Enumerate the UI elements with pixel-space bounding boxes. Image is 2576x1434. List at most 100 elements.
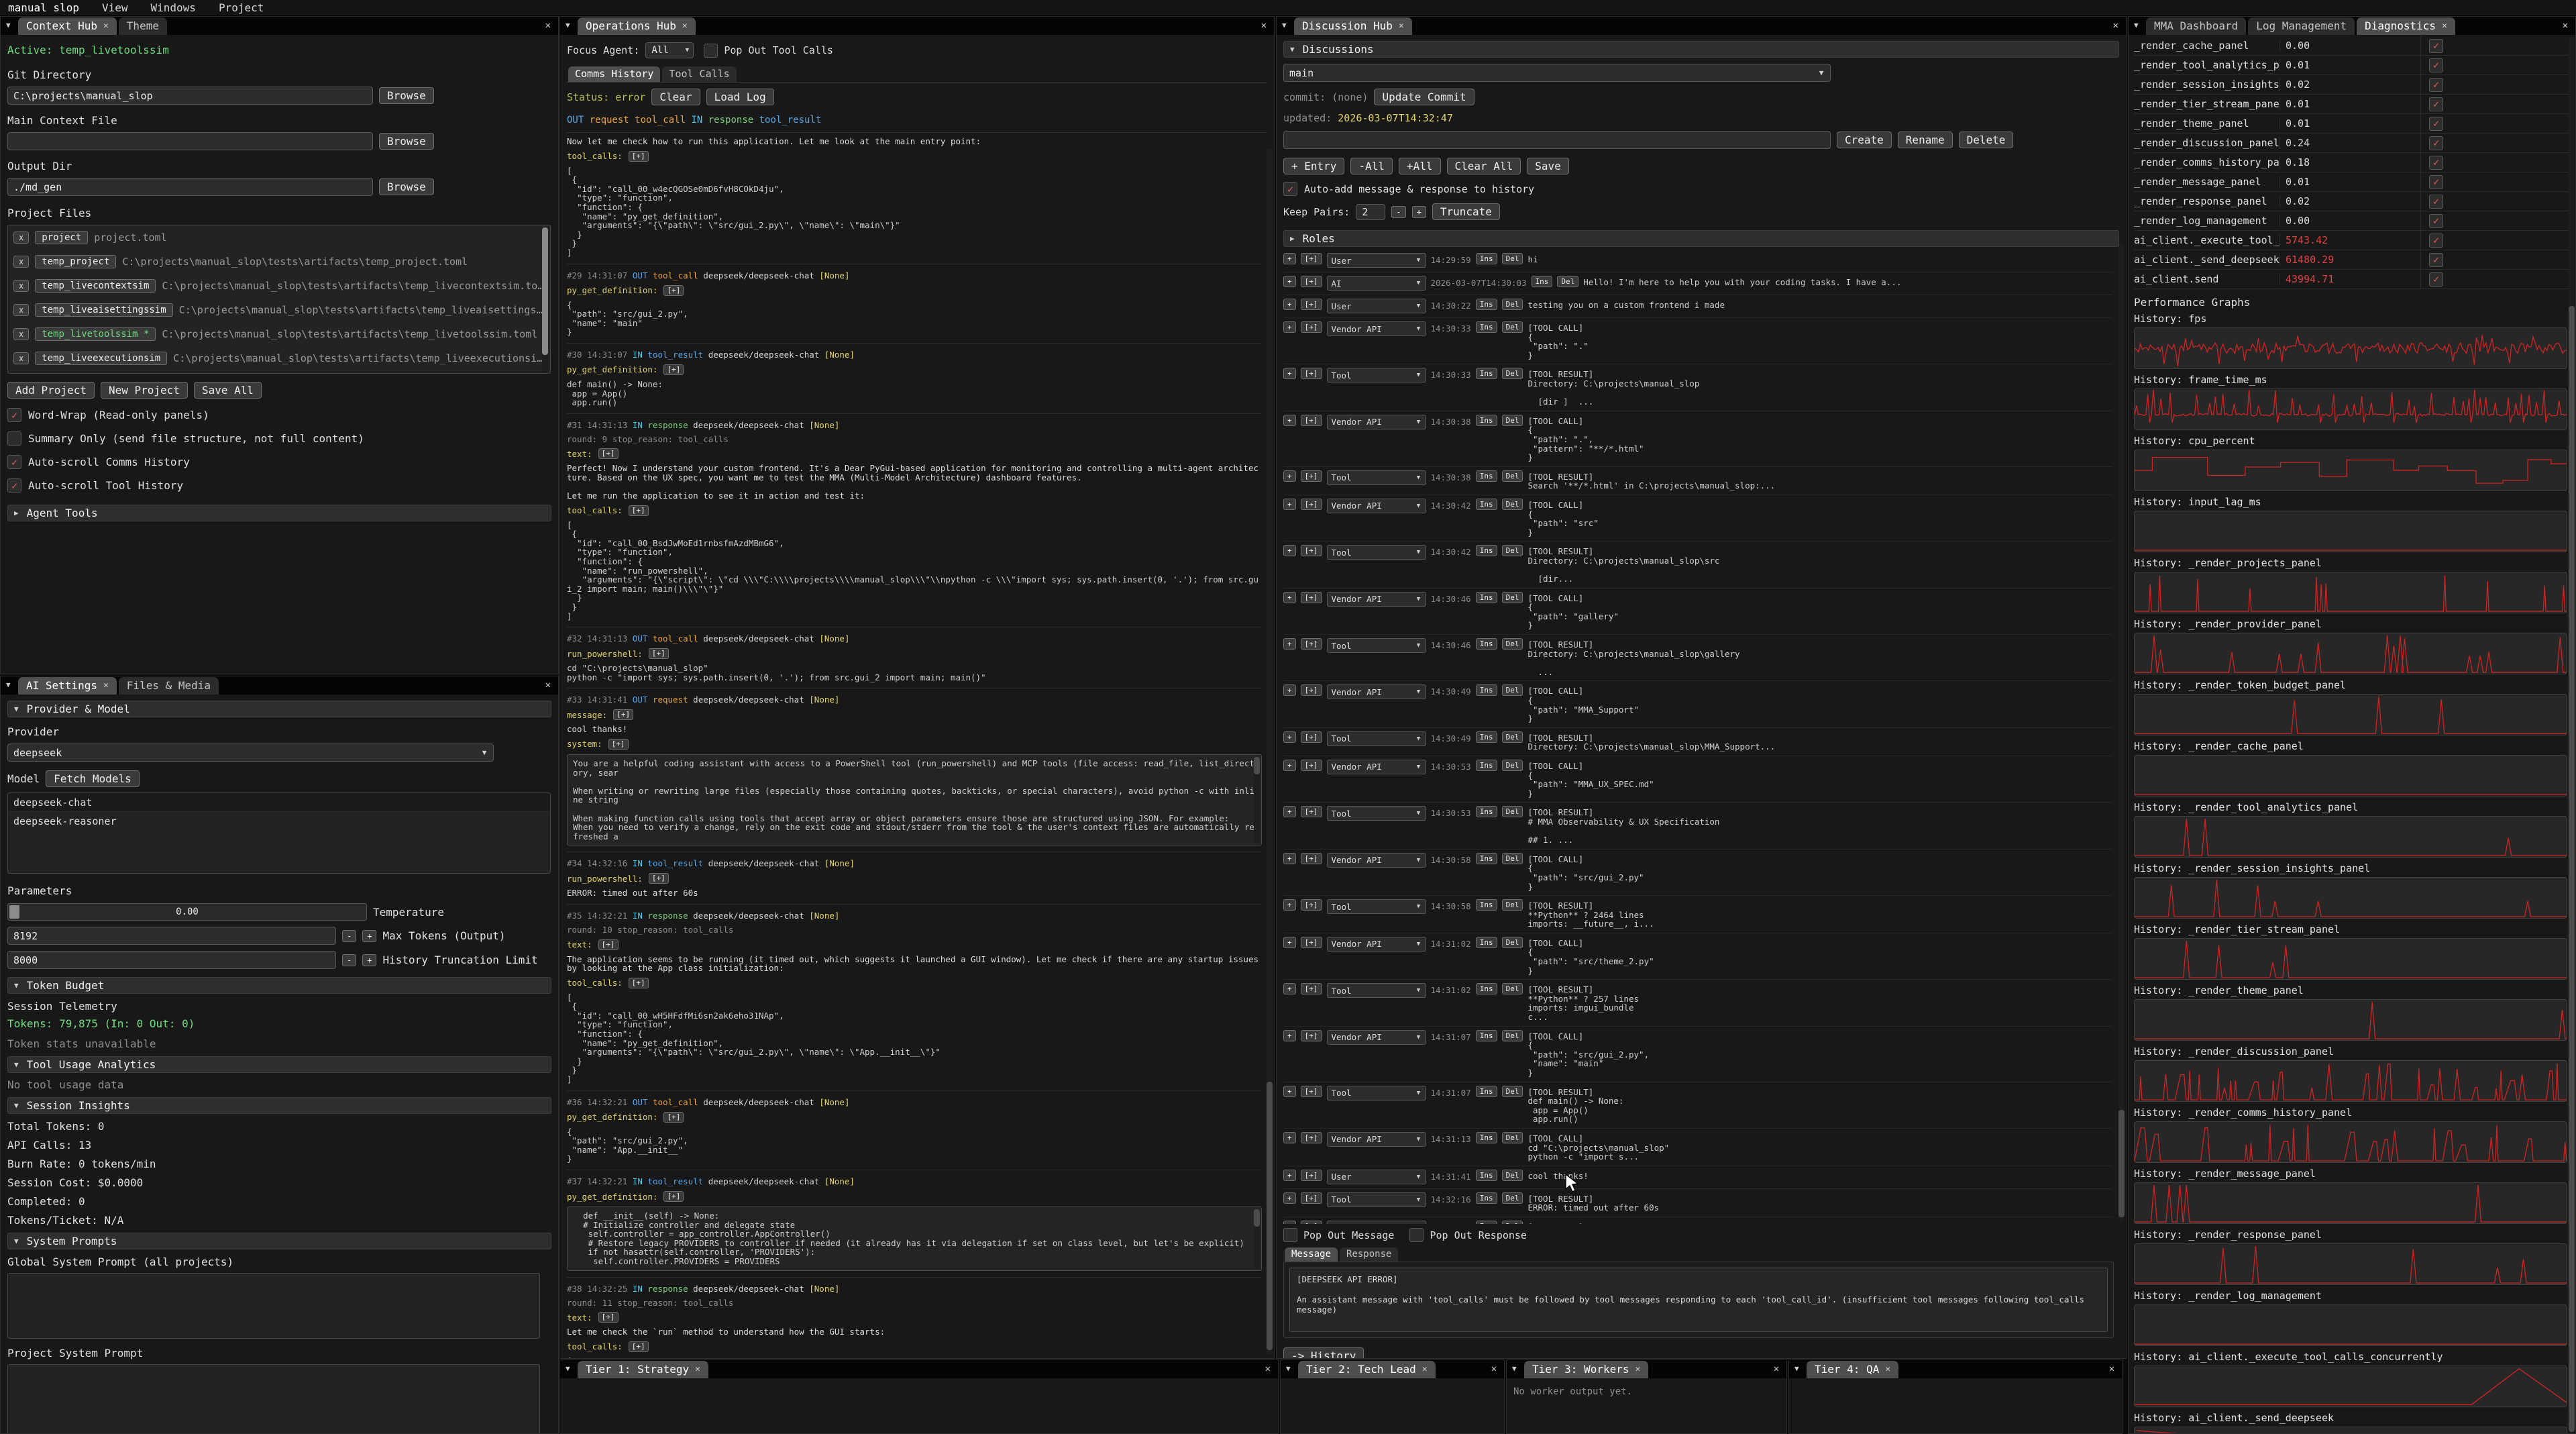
collapse-entry-button[interactable]: + bbox=[1283, 499, 1296, 510]
scrollbar-thumb[interactable] bbox=[1254, 757, 1260, 774]
main-context-browse-button[interactable]: Browse bbox=[379, 133, 434, 150]
autoadd-checkbox[interactable]: ✓ bbox=[1283, 182, 1297, 196]
subtab-tool-calls[interactable]: Tool Calls bbox=[662, 66, 736, 82]
entry-text[interactable]: [TOOL CALL] { "path": "src/gui_2.py", "n… bbox=[1527, 1030, 1649, 1078]
tab-theme[interactable]: Theme bbox=[119, 17, 167, 35]
role-combo[interactable]: Tool▼ bbox=[1327, 470, 1426, 485]
expand-entry-button[interactable]: [+] bbox=[1301, 299, 1322, 310]
insert-button[interactable]: Ins bbox=[1476, 1030, 1497, 1041]
role-combo[interactable]: Tool▼ bbox=[1327, 638, 1426, 653]
slider-grab[interactable] bbox=[9, 905, 19, 919]
truncate-button[interactable]: Truncate bbox=[1432, 203, 1500, 220]
expand-entry-button[interactable]: [+] bbox=[1301, 1221, 1322, 1224]
insert-button[interactable]: Ins bbox=[1532, 276, 1553, 287]
expand-entry-button[interactable]: [+] bbox=[1301, 731, 1322, 743]
discussion-name-input[interactable] bbox=[1283, 131, 1831, 149]
expand-button[interactable]: [+] bbox=[613, 709, 633, 720]
scrollbar[interactable] bbox=[1254, 1209, 1260, 1268]
tab-close-icon[interactable]: ✕ bbox=[682, 21, 688, 31]
collapse-entry-button[interactable]: + bbox=[1283, 1086, 1296, 1097]
window-close-icon[interactable]: ✕ bbox=[1491, 1364, 1497, 1374]
delete-entry-button[interactable]: Del bbox=[1502, 253, 1523, 264]
entry-text[interactable]: [TOOL CALL] { "path": "src" } bbox=[1527, 499, 1598, 537]
minus-button[interactable]: - bbox=[342, 930, 356, 942]
expand-entry-button[interactable]: [+] bbox=[1301, 470, 1322, 482]
collapse-entry-button[interactable]: + bbox=[1283, 684, 1296, 696]
diagnostic-checkbox[interactable]: ✓ bbox=[2429, 78, 2443, 92]
expand-entry-button[interactable]: [+] bbox=[1301, 983, 1322, 994]
insert-button[interactable]: Ins bbox=[1476, 1132, 1497, 1143]
role-combo[interactable]: Vendor API▼ bbox=[1327, 684, 1426, 699]
delete-entry-button[interactable]: Del bbox=[1502, 1132, 1523, 1143]
collapse-entry-button[interactable]: + bbox=[1283, 1221, 1296, 1224]
delete-entry-button[interactable]: Del bbox=[1502, 368, 1523, 379]
diagnostic-checkbox[interactable]: ✓ bbox=[2429, 214, 2443, 228]
diagnostic-checkbox[interactable]: ✓ bbox=[2429, 253, 2443, 267]
tab-tier2[interactable]: Tier 2: Tech Lead ✕ bbox=[1298, 1361, 1436, 1378]
collapse-entry-button[interactable]: + bbox=[1283, 368, 1296, 379]
delete-entry-button[interactable]: Del bbox=[1557, 276, 1578, 287]
scrollbar[interactable] bbox=[2118, 244, 2125, 1221]
temperature-slider[interactable]: 0.00 bbox=[7, 903, 367, 921]
expand-button[interactable]: [+] bbox=[649, 648, 669, 659]
insert-button[interactable]: Ins bbox=[1476, 806, 1497, 817]
role-combo[interactable]: User▼ bbox=[1327, 299, 1426, 313]
menu-item-view[interactable]: View bbox=[102, 1, 128, 14]
delete-entry-button[interactable]: Del bbox=[1502, 299, 1523, 310]
window-close-icon[interactable]: ✕ bbox=[545, 680, 551, 690]
project-name-button[interactable]: temp_project bbox=[35, 255, 116, 268]
expand-button[interactable]: [+] bbox=[598, 1312, 619, 1323]
collapse-entry-button[interactable]: + bbox=[1283, 321, 1296, 333]
role-combo[interactable]: Vendor API▼ bbox=[1327, 592, 1426, 607]
tool-usage-header[interactable]: ▼ Tool Usage Analytics bbox=[7, 1056, 551, 1073]
insert-button[interactable]: Ins bbox=[1476, 321, 1497, 333]
option-checkbox[interactable] bbox=[7, 431, 21, 446]
insert-button[interactable]: Ins bbox=[1476, 592, 1497, 603]
collapse-icon[interactable]: ▼ bbox=[6, 680, 11, 689]
delete-entry-button[interactable]: Del bbox=[1502, 1221, 1523, 1224]
entry-text[interactable]: [TOOL CALL] { "path": "." } bbox=[1527, 321, 1588, 360]
output-dir-input[interactable]: ./md_gen bbox=[7, 178, 373, 196]
plus-all-button[interactable]: +All bbox=[1399, 158, 1441, 174]
deepseek-error-text[interactable]: [DEEPSEEK API ERROR] An assistant messag… bbox=[1289, 1268, 2108, 1332]
entry-text[interactable]: hi bbox=[1527, 253, 1538, 264]
collapse-entry-button[interactable]: + bbox=[1283, 299, 1296, 310]
update-commit-button[interactable]: Update Commit bbox=[1374, 89, 1474, 105]
insert-button[interactable]: Ins bbox=[1476, 983, 1497, 994]
provider-combo[interactable]: deepseek ▼ bbox=[7, 744, 494, 762]
history-trunc-input[interactable]: 8000 bbox=[7, 951, 336, 969]
session-insights-header[interactable]: ▼ Session Insights bbox=[7, 1097, 551, 1114]
expand-entry-button[interactable]: [+] bbox=[1301, 684, 1322, 696]
diagnostic-checkbox[interactable]: ✓ bbox=[2429, 39, 2443, 53]
role-combo[interactable]: Tool▼ bbox=[1327, 545, 1426, 560]
entry-text[interactable]: [TOOL RESULT] Directory: C:\projects\man… bbox=[1527, 638, 1739, 676]
tab-tier4[interactable]: Tier 4: QA ✕ bbox=[1807, 1361, 1898, 1378]
model-list-item[interactable]: deepseek-reasoner bbox=[8, 812, 550, 831]
global-prompt-textarea[interactable] bbox=[7, 1273, 540, 1339]
clear-button[interactable]: Clear bbox=[651, 89, 700, 105]
pop-out-tool-calls-checkbox[interactable] bbox=[704, 44, 718, 58]
insert-button[interactable]: Ins bbox=[1476, 684, 1497, 696]
collapse-entry-button[interactable]: + bbox=[1283, 937, 1296, 948]
minus-button[interactable]: - bbox=[342, 954, 356, 966]
remove-file-button[interactable]: x bbox=[13, 304, 29, 316]
entry-text[interactable]: [TOOL RESULT] ERROR: timed out after 60s bbox=[1527, 1192, 1659, 1213]
expand-entry-button[interactable]: [+] bbox=[1301, 899, 1322, 911]
save-all-button[interactable]: Save All bbox=[194, 382, 262, 399]
role-combo[interactable]: Vendor API▼ bbox=[1327, 1132, 1426, 1147]
expand-entry-button[interactable]: [+] bbox=[1301, 1086, 1322, 1097]
clear-all-button[interactable]: Clear All bbox=[1447, 158, 1521, 174]
scrollbar[interactable] bbox=[1254, 757, 1260, 843]
expand-entry-button[interactable]: [+] bbox=[1301, 321, 1322, 333]
project-name-button[interactable]: temp_livetoolssim * bbox=[35, 327, 156, 341]
minus-button[interactable]: - bbox=[1391, 206, 1405, 218]
delete-entry-button[interactable]: Del bbox=[1502, 470, 1523, 482]
git-dir-input[interactable]: C:\projects\manual_slop bbox=[7, 87, 373, 105]
option-checkbox[interactable]: ✓ bbox=[7, 455, 21, 469]
window-close-icon[interactable]: ✕ bbox=[2113, 20, 2118, 31]
expand-button[interactable]: [+] bbox=[663, 1112, 684, 1123]
insert-button[interactable]: Ins bbox=[1476, 1221, 1497, 1224]
project-name-button[interactable]: temp_liveaisettingssim bbox=[35, 303, 172, 317]
discussion-select-combo[interactable]: main ▼ bbox=[1283, 64, 1831, 82]
pop-out-message-checkbox[interactable] bbox=[1283, 1228, 1297, 1242]
